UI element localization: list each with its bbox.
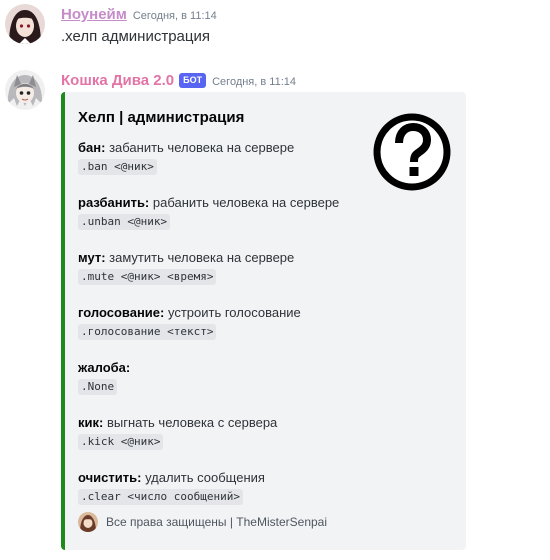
field-value: забанить человека на сервере — [109, 140, 295, 155]
timestamp: Сегодня, в 11:14 — [132, 10, 217, 22]
command-code: .unban <@ник> — [78, 214, 171, 230]
user-avatar[interactable] — [5, 4, 45, 44]
field-name: жалоба: — [78, 360, 131, 375]
field-name: разбанить: — [78, 195, 150, 210]
bot-avatar[interactable] — [5, 70, 45, 110]
embed-title: Хелп | администрация — [78, 109, 245, 126]
field-name: бан: — [78, 140, 106, 155]
embed: Хелп | администрация бан: забанить челов… — [61, 92, 466, 550]
command-code: .None — [78, 379, 118, 395]
embed-field-report: жалоба: .None — [78, 359, 458, 395]
embed-footer: Все права защищены | TheMisterSenpai — [78, 512, 327, 532]
embed-field-mute: мут: замутить человека на сервере .mute … — [78, 249, 458, 285]
field-name: кик: — [78, 415, 104, 430]
field-value: устроить голосование — [167, 305, 301, 320]
command-code: .mute <@ник> <время> — [78, 269, 217, 285]
field-value: удалить сообщения — [145, 470, 265, 485]
bot-username[interactable]: Кошка Дива 2.0 — [61, 72, 174, 89]
field-value: замутить человека на сервере — [109, 250, 295, 265]
embed-field-vote: голосование: устроить голосование .голос… — [78, 304, 458, 340]
embed-field-ban: бан: забанить человека на сервере .ban <… — [78, 139, 458, 175]
field-name: очистить: — [78, 470, 142, 485]
embed-field-kick: кик: выгнать человека с сервера .kick <@… — [78, 414, 458, 450]
field-value: выгнать человека с сервера — [106, 415, 278, 430]
embed-field-unban: разбанить: рабанить человека на сервере … — [78, 194, 458, 230]
footer-text: Все права защищены | TheMisterSenpai — [106, 515, 328, 529]
command-code: .kick <@ник> — [78, 434, 164, 450]
field-value: рабанить человека на сервере — [152, 195, 340, 210]
command-code: .clear <число сообщений> — [78, 489, 243, 505]
field-name: мут: — [78, 250, 106, 265]
footer-avatar-icon — [78, 512, 98, 532]
embed-field-clear: очистить: удалить сообщения .clear <числ… — [78, 469, 458, 505]
message-text: .хелп администрация — [61, 28, 210, 45]
field-name: голосование: — [78, 305, 165, 320]
command-code: .голосование <текст> — [78, 324, 217, 340]
bot-badge: БОТ — [179, 73, 207, 88]
command-code: .ban <@ник> — [78, 159, 157, 175]
username[interactable]: Ноунейм — [61, 6, 127, 23]
timestamp: Сегодня, в 11:14 — [212, 76, 296, 88]
